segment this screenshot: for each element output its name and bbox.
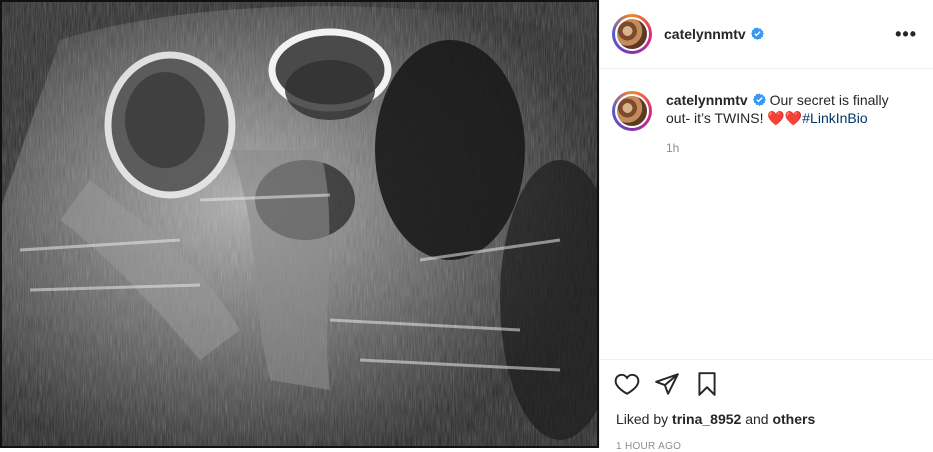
action-bar: [600, 360, 933, 398]
likes-others-link[interactable]: others: [772, 411, 815, 427]
verified-badge-icon: [750, 27, 764, 40]
post-footer: Liked by trina_8952 and others 1 HOUR AG…: [600, 359, 933, 452]
instagram-post: catelynnmtv ••• catelynnmtv Our secret i…: [0, 0, 933, 452]
ultrasound-image: [0, 0, 599, 448]
post-header: catelynnmtv •••: [600, 0, 933, 69]
avatar[interactable]: [612, 14, 652, 54]
likes-summary: Liked by trina_8952 and others: [600, 398, 933, 427]
caption-username-text[interactable]: catelynnmtv: [666, 92, 748, 108]
likes-middle: and: [741, 411, 773, 427]
caption-body: catelynnmtv Our secret is finally out- i…: [666, 91, 916, 157]
caption-block: catelynnmtv Our secret is finally out- i…: [600, 69, 933, 157]
username-text[interactable]: catelynnmtv: [664, 26, 746, 42]
verified-badge-icon: [752, 93, 766, 106]
hashtag-link[interactable]: #LinkInBio: [802, 110, 867, 126]
bookmark-icon[interactable]: [694, 371, 720, 397]
caption-time[interactable]: 1h: [666, 139, 916, 157]
post-image[interactable]: [0, 0, 599, 448]
likes-prefix: Liked by: [616, 411, 673, 427]
likes-user-link[interactable]: trina_8952: [672, 411, 741, 427]
heart-icon[interactable]: [614, 371, 640, 397]
caption-username[interactable]: catelynnmtv: [666, 92, 766, 108]
post-sidebar: catelynnmtv ••• catelynnmtv Our secret i…: [599, 0, 933, 452]
share-icon[interactable]: [654, 371, 680, 397]
heart-emoji: ❤️❤️: [767, 110, 803, 126]
username-link[interactable]: catelynnmtv: [664, 26, 764, 42]
post-timestamp[interactable]: 1 HOUR AGO: [600, 427, 933, 452]
more-horizontal-icon[interactable]: •••: [895, 25, 917, 43]
caption-avatar[interactable]: [612, 91, 652, 131]
